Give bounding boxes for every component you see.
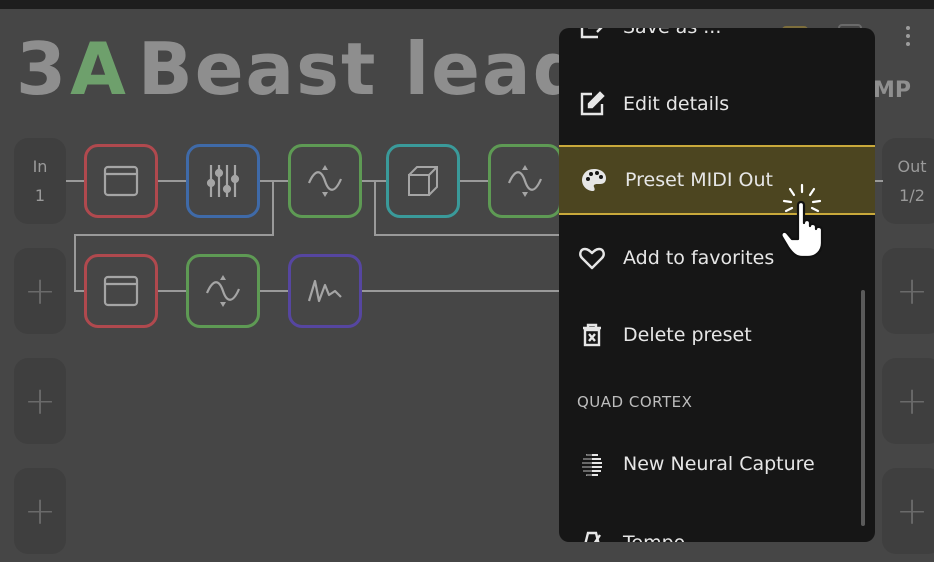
more-options-icon[interactable] xyxy=(900,22,916,52)
signal-wire xyxy=(260,290,288,292)
split-wire xyxy=(74,234,274,236)
add-row-2-input[interactable]: + xyxy=(14,248,66,334)
section-header-quad-cortex: QUAD CORTEX xyxy=(577,393,693,411)
output-value: 1/2 xyxy=(899,186,925,205)
input-slot[interactable]: In 1 xyxy=(14,138,66,224)
menu-scrollbar[interactable] xyxy=(861,290,865,526)
cab-block[interactable] xyxy=(386,144,460,218)
heart-icon xyxy=(577,243,607,273)
menu-item-delete-preset[interactable]: Delete preset xyxy=(559,302,875,368)
menu-item-label: Delete preset xyxy=(623,324,752,346)
menu-item-edit-details[interactable]: Edit details xyxy=(559,71,875,137)
menu-item-label: Edit details xyxy=(623,93,730,115)
signal-wire xyxy=(875,180,883,182)
add-row-2-output[interactable]: + xyxy=(882,248,934,334)
metronome-icon xyxy=(577,528,607,542)
cab-icon xyxy=(408,166,438,196)
capture-icon xyxy=(577,449,607,479)
signal-wire xyxy=(158,180,186,182)
filter-block-2[interactable] xyxy=(488,144,562,218)
plus-icon: + xyxy=(896,379,928,423)
filter-icon xyxy=(307,165,343,197)
menu-item-label: Save as ... xyxy=(623,28,721,38)
add-row-4-input[interactable]: + xyxy=(14,468,66,554)
amp-label: MP xyxy=(873,78,912,103)
merge-wire xyxy=(374,182,376,236)
trash-icon xyxy=(577,320,607,350)
amp-block-2[interactable] xyxy=(84,254,158,328)
palette-icon xyxy=(579,165,609,195)
plus-icon: + xyxy=(896,269,928,313)
filter-block-3[interactable] xyxy=(186,254,260,328)
menu-item-new-neural-capture[interactable]: New Neural Capture xyxy=(559,431,875,497)
plus-icon: + xyxy=(24,269,56,313)
filter-icon xyxy=(205,275,241,307)
save-as-icon xyxy=(577,28,607,42)
amp-icon xyxy=(103,275,139,307)
split-wire xyxy=(74,234,76,290)
pointer-hand-icon xyxy=(780,183,824,259)
preset-title[interactable]: 3A Beast lead xyxy=(16,26,586,112)
preset-bank: 3 xyxy=(16,27,69,111)
menu-item-label: Add to favorites xyxy=(623,247,775,269)
wave-icon xyxy=(307,279,342,303)
menu-item-save-as[interactable]: Save as ... xyxy=(559,28,875,60)
add-row-3-output[interactable]: + xyxy=(882,358,934,444)
merge-wire xyxy=(374,234,560,236)
amp-block[interactable] xyxy=(84,144,158,218)
signal-wire xyxy=(362,290,560,292)
input-value: 1 xyxy=(34,186,46,205)
plus-icon: + xyxy=(24,379,56,423)
signal-wire xyxy=(74,290,84,292)
output-slot[interactable]: Out 1/2 xyxy=(882,138,934,224)
signal-wire xyxy=(260,180,288,182)
add-row-3-input[interactable]: + xyxy=(14,358,66,444)
eq-block[interactable] xyxy=(186,144,260,218)
filter-block[interactable] xyxy=(288,144,362,218)
top-bar xyxy=(0,0,934,9)
preset-context-menu: Save as ... Edit details Preset MIDI Out… xyxy=(559,28,875,542)
menu-item-label: Preset MIDI Out xyxy=(625,169,774,191)
preset-name: Beast lead xyxy=(137,27,587,111)
plus-icon: + xyxy=(24,489,56,533)
menu-item-tempo[interactable]: Tempo xyxy=(559,510,875,542)
add-row-4-output[interactable]: + xyxy=(882,468,934,554)
amp-icon xyxy=(103,165,139,197)
signal-wire xyxy=(460,180,488,182)
filter-icon xyxy=(507,165,543,197)
eq-icon xyxy=(206,165,240,197)
split-wire xyxy=(272,182,274,234)
menu-item-label: New Neural Capture xyxy=(623,453,815,475)
menu-item-label: Tempo xyxy=(623,532,685,542)
input-label: In xyxy=(32,157,48,176)
signal-wire xyxy=(158,290,186,292)
output-label: Out xyxy=(897,157,927,176)
signal-wire xyxy=(66,180,84,182)
edit-icon xyxy=(577,89,607,119)
plus-icon: + xyxy=(896,489,928,533)
wave-block[interactable] xyxy=(288,254,362,328)
preset-slot: A xyxy=(70,27,128,111)
